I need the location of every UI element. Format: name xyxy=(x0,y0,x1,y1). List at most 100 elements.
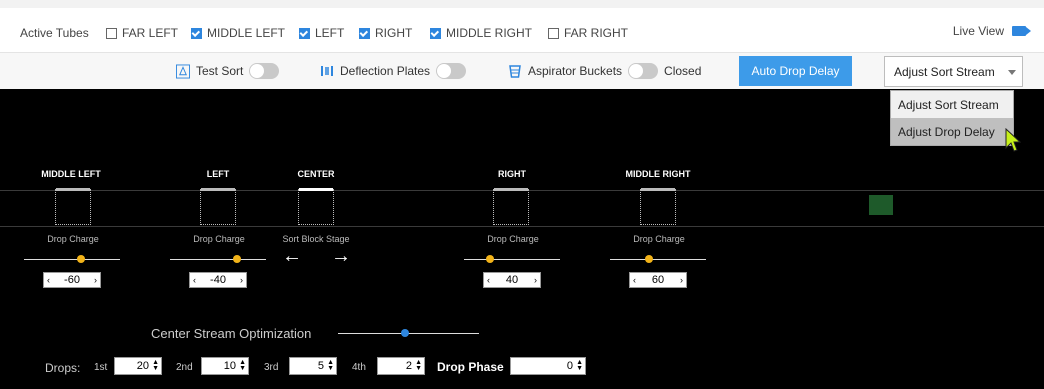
aspirator-buckets-toggle[interactable] xyxy=(628,63,659,79)
stream-label-center: CENTER xyxy=(297,169,335,179)
drop-charge-slider-middle-left[interactable] xyxy=(24,259,120,260)
tube-label: MIDDLE RIGHT xyxy=(446,26,533,40)
tube-middle-left xyxy=(55,188,91,225)
status-indicator xyxy=(869,195,893,215)
spinner-icon[interactable]: ▲ ▼ xyxy=(327,359,334,372)
tube-label: MIDDLE LEFT xyxy=(207,26,286,40)
slider-thumb[interactable] xyxy=(233,255,241,263)
top-strip xyxy=(0,0,1044,8)
stepper-value: 60 xyxy=(651,274,665,286)
checkbox-checked-icon[interactable] xyxy=(299,27,310,39)
tube-cap xyxy=(56,188,90,191)
slider-thumb[interactable] xyxy=(486,255,494,263)
drop-phase-value: 0 xyxy=(566,360,573,372)
drop-phase-input[interactable]: 0 ▲ ▼ xyxy=(510,357,586,375)
deflection-plates-control: Deflection Plates xyxy=(320,63,467,79)
chevron-left-icon[interactable]: ‹ xyxy=(487,275,490,285)
test-sort-icon xyxy=(176,64,190,78)
tube-checkbox-right[interactable]: RIGHT xyxy=(359,26,412,40)
spinner-icon[interactable]: ▲ ▼ xyxy=(576,359,583,372)
aspirator-state-label: Closed xyxy=(664,64,702,78)
arrow-right-icon[interactable]: → xyxy=(331,245,351,268)
drop-charge-label: Drop Charge xyxy=(193,234,245,244)
slider-thumb[interactable] xyxy=(645,255,653,263)
drop-charge-slider-left[interactable] xyxy=(170,259,266,260)
live-view-toggle[interactable]: Live View xyxy=(952,24,1031,38)
tube-checkbox-middle-right[interactable]: MIDDLE RIGHT xyxy=(430,26,532,40)
tube-cap xyxy=(641,188,675,191)
chevron-left-icon[interactable]: ‹ xyxy=(193,275,196,285)
tube-label: RIGHT xyxy=(375,26,413,40)
tube-cap xyxy=(299,188,333,191)
drop-2nd-label: 2nd xyxy=(176,362,193,373)
tube-label: FAR RIGHT xyxy=(564,26,629,40)
checkbox-checked-icon[interactable] xyxy=(359,27,370,39)
drop-4th-label: 4th xyxy=(352,362,366,373)
stepper-value: -40 xyxy=(210,274,226,286)
drop-3rd-input[interactable]: 5 ▲ ▼ xyxy=(289,357,337,375)
divider-bottom xyxy=(0,226,1044,227)
test-sort-label: Test Sort xyxy=(196,64,244,78)
tube-checkbox-far-right[interactable]: FAR RIGHT xyxy=(548,26,628,40)
aspirator-buckets-label: Aspirator Buckets xyxy=(528,64,623,78)
stepper-value: 40 xyxy=(505,274,519,286)
video-camera-icon[interactable] xyxy=(1012,26,1031,36)
drop-charge-stepper-right[interactable]: ‹ 40 › xyxy=(483,272,541,288)
center-stream-optimization-label: Center Stream Optimization xyxy=(151,326,312,341)
test-sort-toggle[interactable] xyxy=(249,63,280,79)
tube-left xyxy=(200,188,236,225)
checkbox-icon[interactable] xyxy=(548,27,559,39)
tube-checkbox-left[interactable]: LEFT xyxy=(299,26,344,40)
slider-thumb[interactable] xyxy=(401,329,409,337)
chevron-left-icon[interactable]: ‹ xyxy=(47,275,50,285)
spinner-icon[interactable]: ▲ ▼ xyxy=(152,359,159,372)
checkbox-checked-icon[interactable] xyxy=(191,27,202,39)
drop-2nd-input[interactable]: 10 ▲ ▼ xyxy=(201,357,249,375)
sort-mode-select[interactable]: Adjust Sort Stream xyxy=(884,56,1023,87)
deflection-plates-icon xyxy=(320,64,334,78)
drop-4th-value: 2 xyxy=(405,360,412,372)
arrow-left-icon[interactable]: ← xyxy=(282,245,302,268)
chevron-right-icon[interactable]: › xyxy=(94,275,97,285)
drop-1st-value: 20 xyxy=(136,360,149,372)
drop-charge-stepper-left[interactable]: ‹ -40 › xyxy=(189,272,247,288)
tube-cap xyxy=(201,188,235,191)
chevron-right-icon[interactable]: › xyxy=(240,275,243,285)
drop-charge-slider-middle-right[interactable] xyxy=(610,259,706,260)
tube-center xyxy=(298,188,334,225)
chevron-right-icon[interactable]: › xyxy=(534,275,537,285)
stepper-value: -60 xyxy=(64,274,80,286)
tube-label: FAR LEFT xyxy=(122,26,179,40)
chevron-right-icon[interactable]: › xyxy=(680,275,683,285)
tube-cap xyxy=(494,188,528,191)
checkbox-checked-icon[interactable] xyxy=(430,27,441,39)
menu-item-adjust-drop-delay[interactable]: Adjust Drop Delay xyxy=(891,118,1013,145)
stream-label-middle-left: MIDDLE LEFT xyxy=(41,169,101,179)
menu-item-adjust-sort-stream[interactable]: Adjust Sort Stream xyxy=(891,91,1013,118)
mouse-cursor-icon xyxy=(1005,128,1021,152)
drop-charge-slider-right[interactable] xyxy=(464,259,560,260)
chevron-left-icon[interactable]: ‹ xyxy=(633,275,636,285)
stream-label-middle-right: MIDDLE RIGHT xyxy=(625,169,691,179)
drop-4th-input[interactable]: 2 ▲ ▼ xyxy=(377,357,425,375)
drop-charge-stepper-middle-right[interactable]: ‹ 60 › xyxy=(629,272,687,288)
slider-thumb[interactable] xyxy=(77,255,85,263)
bucket-icon xyxy=(508,64,522,78)
chevron-down-icon[interactable] xyxy=(1008,70,1016,75)
deflection-plates-toggle[interactable] xyxy=(436,63,467,79)
stream-label-right: RIGHT xyxy=(498,169,526,179)
auto-drop-delay-button[interactable]: Auto Drop Delay xyxy=(739,56,852,86)
drop-charge-stepper-middle-left[interactable]: ‹ -60 › xyxy=(43,272,101,288)
live-view-label: Live View xyxy=(952,24,1004,38)
drops-label: Drops: xyxy=(45,361,81,375)
tube-checkbox-far-left[interactable]: FAR LEFT xyxy=(106,26,178,40)
spinner-icon[interactable]: ▲ ▼ xyxy=(239,359,246,372)
checkbox-icon[interactable] xyxy=(106,27,117,39)
drop-1st-input[interactable]: 20 ▲ ▼ xyxy=(114,357,162,375)
deflection-plates-label: Deflection Plates xyxy=(340,64,431,78)
sort-stream-stage: MIDDLE LEFT Drop Charge ‹ -60 › LEFT Dro… xyxy=(0,89,1044,389)
spinner-icon[interactable]: ▲ ▼ xyxy=(415,359,422,372)
aspirator-buckets-control: Aspirator Buckets Closed xyxy=(508,63,701,79)
sort-mode-dropdown-menu: Adjust Sort Stream Adjust Drop Delay xyxy=(890,90,1014,146)
tube-checkbox-middle-left[interactable]: MIDDLE LEFT xyxy=(191,26,285,40)
